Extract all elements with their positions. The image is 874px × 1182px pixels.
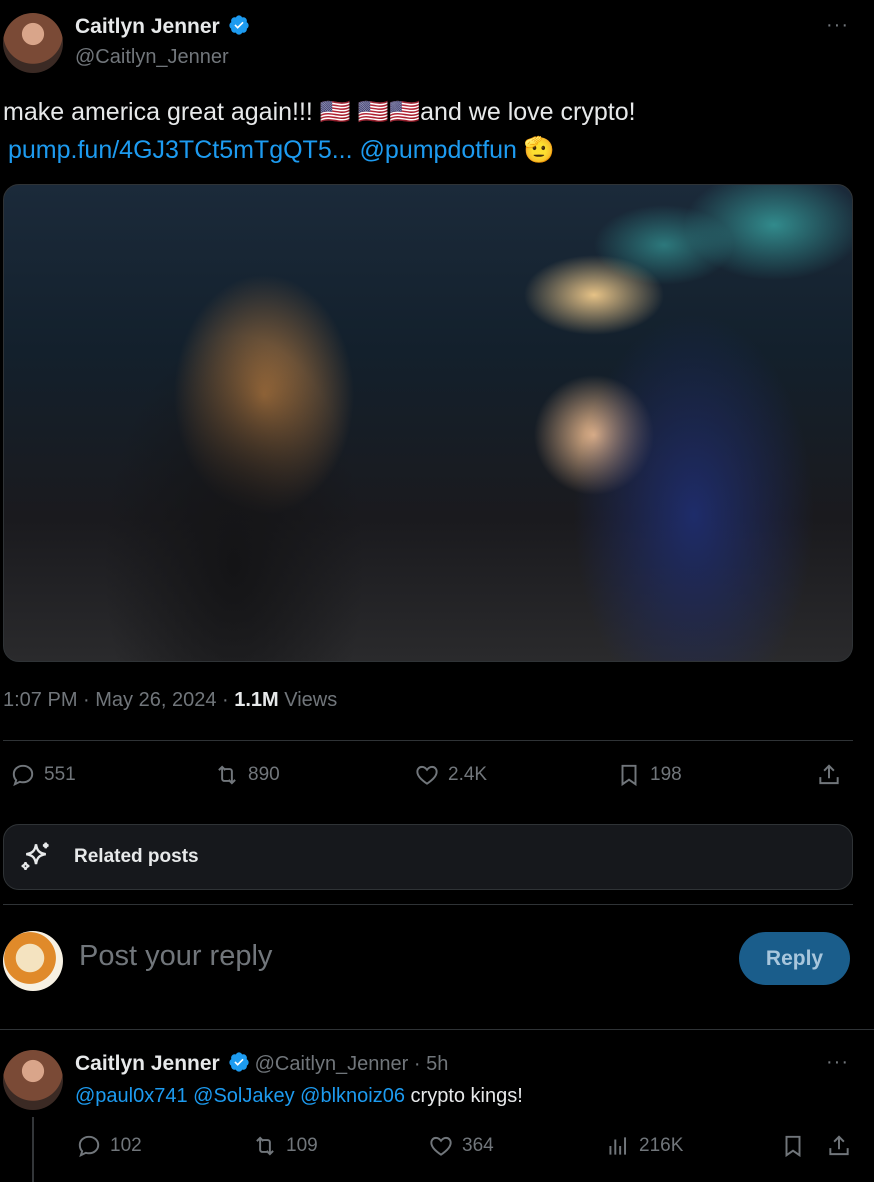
heart-icon (430, 1136, 452, 1156)
reply-icon (12, 764, 34, 787)
reply-views-button[interactable]: 216K (605, 1133, 683, 1159)
reply-icon (78, 1135, 100, 1158)
reply-action-button[interactable]: 551 (10, 762, 76, 788)
divider (0, 1029, 874, 1030)
reply-views-count: 216K (639, 1135, 684, 1156)
like-count: 2.4K (448, 764, 488, 785)
divider (3, 740, 853, 741)
bookmark-action-button[interactable]: 198 (616, 762, 682, 788)
reply-share-button[interactable] (826, 1133, 852, 1159)
reply-retweet-count: 109 (286, 1135, 318, 1156)
salute-emoji: 🫡 (523, 136, 556, 164)
author-handle[interactable]: @Caitlyn_Jenner (75, 46, 229, 69)
tweet-text-line2: pump.fun/4GJ3TCt5mTgQT5... @pumpdotfun 🫡 (8, 131, 555, 169)
author-name[interactable]: Caitlyn Jenner (75, 15, 220, 38)
analytics-icon (609, 1137, 627, 1155)
like-action-button[interactable]: 2.4K (414, 762, 487, 788)
author-avatar[interactable] (3, 13, 63, 73)
reply-author-name[interactable]: Caitlyn Jenner (75, 1052, 220, 1075)
reply-text: @paul0x741 @SolJakey @blknoiz06 crypto k… (75, 1085, 523, 1108)
more-options-icon[interactable]: ··· (826, 1051, 849, 1074)
reply-reply-button[interactable]: 102 (76, 1133, 142, 1159)
verified-badge-icon (229, 15, 249, 35)
related-posts-label: Related posts (74, 846, 199, 867)
reply-button[interactable]: Reply (739, 932, 850, 985)
reply-time[interactable]: · 5h (408, 1053, 448, 1075)
tweet-timestamp-row: 1:07 PM · May 26, 2024 · 1.1M Views (3, 689, 337, 712)
reply-reply-count: 102 (110, 1135, 142, 1156)
sparkle-icon (21, 842, 49, 870)
views-label: Views (278, 689, 338, 711)
views-count: 1.1M (234, 689, 279, 711)
verified-badge-icon (229, 1052, 249, 1072)
reply-bookmark-button[interactable] (780, 1133, 806, 1159)
tweet-text-line1: make america great again!!! 🇺🇸 🇺🇸🇺🇸and w… (3, 98, 636, 126)
divider (3, 904, 853, 905)
bookmark-icon (785, 1135, 801, 1158)
reply-author-handle[interactable]: @Caitlyn_Jenner (255, 1053, 409, 1075)
share-action-button[interactable] (816, 762, 842, 788)
more-options-icon[interactable]: ··· (826, 14, 849, 37)
bookmark-count: 198 (650, 764, 682, 785)
share-icon (829, 1135, 849, 1156)
reply-author-row[interactable]: Caitlyn Jenner @Caitlyn_Jenner · 5h (75, 1051, 448, 1076)
related-posts-button[interactable]: Related posts (3, 824, 853, 890)
tweet-mention[interactable]: @pumpdotfun (360, 136, 517, 164)
reply-like-button[interactable]: 364 (428, 1133, 494, 1159)
tweet-link[interactable]: pump.fun/4GJ3TCt5mTgQT5... (8, 136, 353, 164)
retweet-icon (256, 1136, 274, 1156)
retweet-action-button[interactable]: 890 (214, 762, 280, 788)
reply-body: crypto kings! (404, 1085, 523, 1107)
reply-like-count: 364 (462, 1135, 494, 1156)
tweet-photo[interactable] (3, 184, 853, 662)
retweet-icon (218, 765, 236, 785)
share-icon (819, 764, 839, 785)
reply-input[interactable]: Post your reply (79, 940, 272, 973)
reply-retweet-button[interactable]: 109 (252, 1133, 318, 1159)
bookmark-icon (621, 764, 637, 787)
user-avatar[interactable] (3, 931, 63, 991)
tweet-timestamp[interactable]: 1:07 PM · May 26, 2024 · (3, 689, 234, 711)
heart-icon (416, 765, 438, 785)
thread-line (32, 1117, 34, 1182)
reply-mentions[interactable]: @paul0x741 @SolJakey @blknoiz06 (75, 1085, 405, 1107)
author-name-row[interactable]: Caitlyn Jenner (75, 14, 250, 39)
reply-count: 551 (44, 764, 76, 785)
retweet-count: 890 (248, 764, 280, 785)
reply-author-avatar[interactable] (3, 1050, 63, 1110)
